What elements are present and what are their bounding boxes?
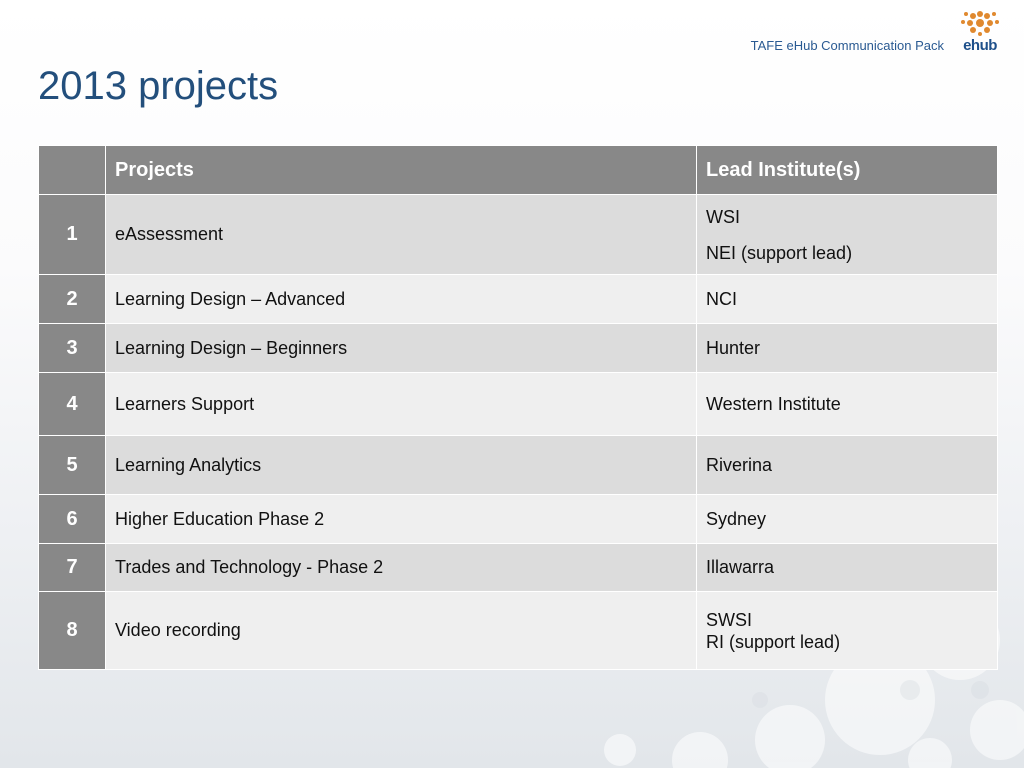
table-row: 3 Learning Design – Beginners Hunter <box>38 323 998 373</box>
project-name: Learning Design – Advanced <box>105 274 697 324</box>
slide-title: 2013 projects <box>38 64 279 108</box>
row-number: 8 <box>38 591 106 670</box>
ehub-logo: ehub <box>955 10 1005 55</box>
column-header-projects: Projects <box>105 145 697 195</box>
lead-institute-line: SWSI <box>706 609 753 630</box>
lead-institute-line: WSI <box>706 206 740 227</box>
table-row: 6 Higher Education Phase 2 Sydney <box>38 494 998 544</box>
lead-institute-line: NEI (support lead) <box>706 242 853 263</box>
project-name: Learners Support <box>105 372 697 436</box>
table-row: 4 Learners Support Western Institute <box>38 372 998 436</box>
ehub-logo-text: ehub <box>963 37 997 54</box>
lead-institute: NCI <box>696 274 998 324</box>
row-number: 6 <box>38 494 106 544</box>
lead-institute: Riverina <box>696 435 998 495</box>
lead-institute: WSI NEI (support lead) <box>696 194 998 275</box>
lead-institute: Sydney <box>696 494 998 544</box>
project-name: eAssessment <box>105 194 697 275</box>
lead-institute: Hunter <box>696 323 998 373</box>
row-number: 2 <box>38 274 106 324</box>
column-header-number <box>38 145 106 195</box>
lead-institute: Illawarra <box>696 543 998 592</box>
column-header-lead-institutes: Lead Institute(s) <box>696 145 998 195</box>
table-row: 2 Learning Design – Advanced NCI <box>38 274 998 324</box>
project-name: Higher Education Phase 2 <box>105 494 697 544</box>
row-number: 5 <box>38 435 106 495</box>
project-name: Learning Analytics <box>105 435 697 495</box>
lead-institute: SWSI RI (support lead) <box>696 591 998 670</box>
ehub-logo-mark-icon <box>961 11 999 36</box>
table-row: 8 Video recording SWSI RI (support lead) <box>38 591 998 670</box>
lead-institute: Western Institute <box>696 372 998 436</box>
row-number: 4 <box>38 372 106 436</box>
table-row: 7 Trades and Technology - Phase 2 Illawa… <box>38 543 998 592</box>
row-number: 7 <box>38 543 106 592</box>
pack-title: TAFE eHub Communication Pack <box>750 38 944 53</box>
row-number: 3 <box>38 323 106 373</box>
project-name: Video recording <box>105 591 697 670</box>
projects-table: Projects Lead Institute(s) 1 eAssessment… <box>38 145 998 670</box>
table-row: 1 eAssessment WSI NEI (support lead) <box>38 194 998 275</box>
project-name: Trades and Technology - Phase 2 <box>105 543 697 592</box>
lead-institute-line: RI (support lead) <box>706 631 841 652</box>
table-header-row: Projects Lead Institute(s) <box>38 145 998 195</box>
table-row: 5 Learning Analytics Riverina <box>38 435 998 495</box>
project-name: Learning Design – Beginners <box>105 323 697 373</box>
row-number: 1 <box>38 194 106 275</box>
